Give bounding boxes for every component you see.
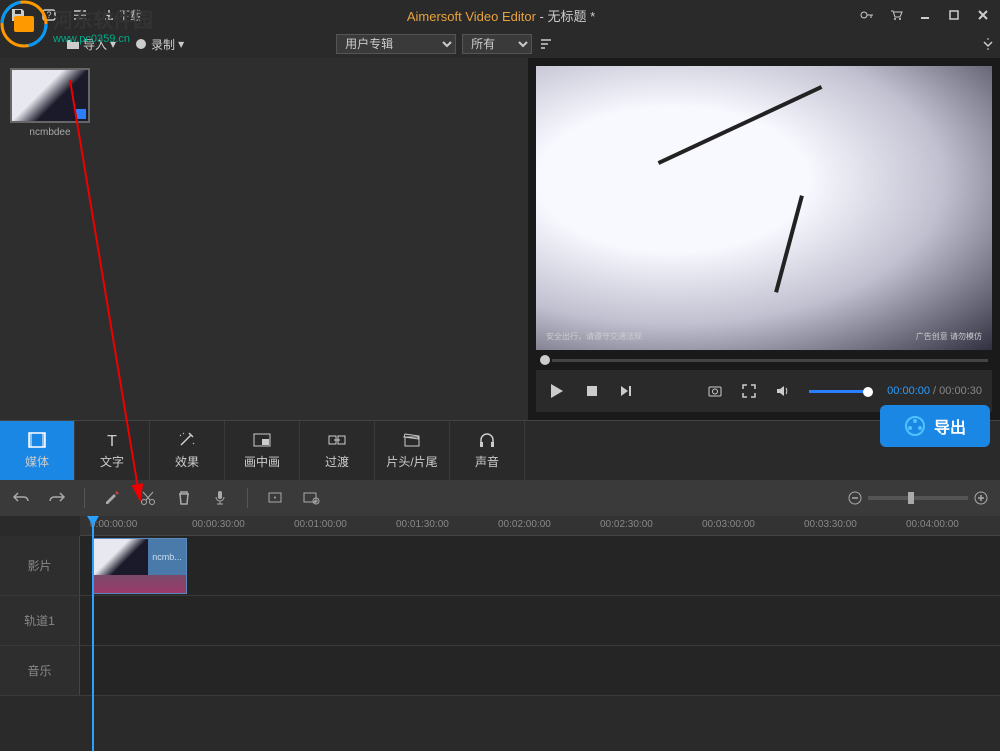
preview-viewport[interactable]: 安全出行，请遵守交通法规 广告创意 请勿模仿: [536, 66, 992, 350]
maximize-icon[interactable]: [947, 8, 961, 22]
preview-caption-right: 广告创意 请勿模仿: [916, 331, 982, 342]
site-watermark: 河东软件园 www.pc0359.cn: [0, 0, 153, 48]
key-icon[interactable]: [860, 8, 874, 22]
tab-effect[interactable]: 效果: [150, 421, 225, 480]
svg-text:T: T: [107, 433, 117, 449]
timeline: 0:00:00:00 00:00:30:00 00:01:00:00 00:01…: [0, 516, 1000, 751]
watermark-logo-icon: [0, 0, 48, 48]
transition-icon: [327, 431, 347, 449]
render-settings-icon[interactable]: [302, 489, 320, 507]
track-video: 影片 ncmb...: [0, 536, 1000, 596]
delete-icon[interactable]: [175, 489, 193, 507]
export-reel-icon: [904, 415, 926, 437]
pip-icon: [252, 431, 272, 449]
zoom-out-icon[interactable]: [848, 491, 862, 505]
tab-pip[interactable]: 画中画: [225, 421, 300, 480]
text-icon: T: [102, 431, 122, 449]
stop-icon[interactable]: [584, 383, 600, 399]
play-icon[interactable]: [546, 381, 566, 401]
preview-caption-left: 安全出行，请遵守交通法规: [546, 331, 642, 342]
zoom-in-icon[interactable]: [974, 491, 988, 505]
collapse-icon[interactable]: [980, 36, 996, 52]
watermark-title: 河东软件园: [53, 4, 153, 33]
voiceover-icon[interactable]: [211, 489, 229, 507]
zoom-slider[interactable]: [868, 496, 968, 500]
sort-icon[interactable]: [538, 36, 554, 52]
preview-panel: 安全出行，请遵守交通法规 广告创意 请勿模仿 00:00:00 / 00:00:…: [528, 58, 1000, 420]
playhead[interactable]: [92, 516, 94, 751]
crop-ratio-icon[interactable]: [266, 489, 284, 507]
timeline-clip[interactable]: ncmb...: [92, 538, 187, 594]
minimize-icon[interactable]: [918, 8, 932, 22]
film-icon: [27, 431, 47, 449]
zoom-control: [848, 491, 988, 505]
volume-icon[interactable]: [775, 383, 791, 399]
wand-icon: [177, 431, 197, 449]
edit-icon[interactable]: [103, 489, 121, 507]
cut-icon[interactable]: [139, 489, 157, 507]
album-dropdown[interactable]: 用户专辑: [336, 34, 456, 54]
preview-timecode: 00:00:00 / 00:00:30: [887, 385, 982, 397]
snapshot-icon[interactable]: [707, 383, 723, 399]
volume-slider[interactable]: [809, 390, 869, 393]
media-clip-label: ncmbdee: [10, 127, 90, 138]
timeline-ruler[interactable]: 0:00:00:00 00:00:30:00 00:01:00:00 00:01…: [80, 516, 1000, 536]
step-forward-icon[interactable]: [618, 383, 634, 399]
watermark-url: www.pc0359.cn: [53, 33, 153, 45]
tab-text[interactable]: T 文字: [75, 421, 150, 480]
media-library: ncmbdee: [0, 58, 528, 420]
timeline-toolbar: [0, 480, 1000, 516]
fullscreen-icon[interactable]: [741, 383, 757, 399]
export-button[interactable]: 导出: [880, 405, 990, 447]
media-clip-thumb[interactable]: [10, 68, 90, 123]
tab-media[interactable]: 媒体: [0, 421, 75, 480]
tab-intro[interactable]: 片头/片尾: [375, 421, 450, 480]
undo-icon[interactable]: [12, 489, 30, 507]
category-tabs: 媒体 T 文字 效果 画中画 过渡 片头/片尾 声音: [0, 420, 1000, 480]
tab-transition[interactable]: 过渡: [300, 421, 375, 480]
close-icon[interactable]: [976, 8, 990, 22]
filter-dropdown[interactable]: 所有: [462, 34, 532, 54]
seek-bar[interactable]: [536, 350, 992, 370]
headphone-icon: [477, 431, 497, 449]
cart-icon[interactable]: [889, 8, 903, 22]
track-1: 轨道1: [0, 596, 1000, 646]
track-music: 音乐: [0, 646, 1000, 696]
redo-icon[interactable]: [48, 489, 66, 507]
clapper-icon: [402, 431, 422, 449]
tab-sound[interactable]: 声音: [450, 421, 525, 480]
main-area: ncmbdee 安全出行，请遵守交通法规 广告创意 请勿模仿 00:00:00 …: [0, 58, 1000, 420]
window-title: Aimersoft Video Editor - 无标题 *: [142, 6, 860, 25]
